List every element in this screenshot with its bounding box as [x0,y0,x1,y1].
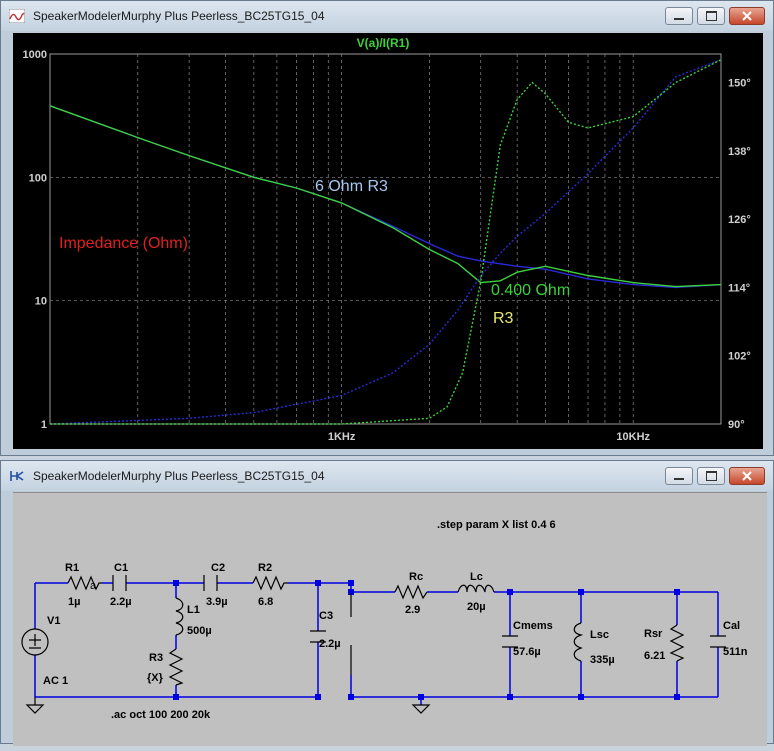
schematic-window: SpeakerModelerMurphy Plus Peerless_BC25T… [0,460,774,746]
restore-icon [705,471,717,481]
cal-value: 511n [723,646,748,658]
c3-name: C3 [319,610,333,622]
r3-name: R3 [149,652,163,664]
rsr-name: Rsr [644,628,663,640]
schematic-window-titlebar[interactable]: SpeakerModelerMurphy Plus Peerless_BC25T… [1,461,773,491]
ac-directive[interactable]: .ac oct 100 200 20k [111,709,211,721]
l1-name: L1 [187,604,200,616]
minimize-icon [674,478,684,480]
y-left-tick-label: 100 [29,172,47,184]
r3-6ohm-label: 6 Ohm R3 [315,178,388,195]
r3-04ohm-label: 0.400 Ohm [491,282,570,299]
c2-name: C2 [211,562,225,574]
node-label-a: a [90,580,97,592]
y-right-tick-label: 150° [728,77,751,89]
step-directive[interactable]: .step param X list 0.4 6 [437,519,556,531]
y-right-tick-label: 102° [728,351,751,363]
r1-name: R1 [65,562,79,574]
y-left-tick-label: 1000 [23,49,47,61]
rsr-value: 6.21 [644,650,665,662]
close-button[interactable] [729,7,765,25]
schematic-canvas[interactable]: .step param X list 0.4 6 .ac oct 100 200… [13,492,767,746]
y-right-tick-label: 90° [728,419,745,431]
rc-name: Rc [409,571,423,583]
schematic-drawing: .step param X list 0.4 6 .ac oct 100 200… [21,519,748,721]
y-right-tick-label: 126° [728,214,751,226]
v1-name: V1 [47,615,60,627]
lsc-name: Lsc [590,629,609,641]
close-icon [742,11,752,21]
impedance-chart: 1000 100 10 1 150° 138° 126° 114° 102° 90° 1KHz 10K… [23,36,751,443]
waveform-plot-area[interactable]: 1000 100 10 1 150° 138° 126° 114° 102° 90° 1KHz 10K… [13,33,763,449]
schematic-window-title: SpeakerModelerMurphy Plus Peerless_BC25T… [33,469,325,483]
x-tick-label: 10KHz [616,431,650,443]
lc-name: Lc [470,571,483,583]
plot-window: SpeakerModelerMurphy Plus Peerless_BC25T… [0,0,774,456]
rc-value: 2.9 [405,604,420,616]
cal-name: Cal [723,620,740,632]
waveform-app-icon [9,9,25,23]
schematic-minimize-button[interactable] [665,467,693,485]
schematic-close-button[interactable] [729,467,765,485]
r3-04ohm-label-r3: R3 [493,310,514,327]
lsc-value: 335µ [590,654,615,666]
impedance-label: Impedance (Ohm) [59,235,188,252]
r3-value: {X} [147,672,164,684]
plot-window-titlebar[interactable]: SpeakerModelerMurphy Plus Peerless_BC25T… [1,1,773,31]
component-labels: .step param X list 0.4 6 .ac oct 100 200… [43,519,748,721]
cmems-name: Cmems [513,620,553,632]
schematic-restore-button[interactable] [697,467,725,485]
close-icon [742,471,752,481]
minimize-button[interactable] [665,7,693,25]
trace-title[interactable]: V(a)/I(R1) [357,36,410,50]
c1-value: 2.2µ [110,596,132,608]
cmems-value: 57.6µ [513,646,541,658]
l1-value: 500µ [187,625,212,637]
wires [34,582,719,705]
schematic-app-icon [10,471,24,481]
restore-button[interactable] [697,7,725,25]
x-tick-label: 1KHz [328,431,356,443]
y-left-tick-label: 10 [35,296,47,308]
y-left-tick-label: 1 [41,419,47,431]
restore-icon [705,11,717,21]
c3-value: 2.2µ [319,638,341,650]
y-right-tick-label: 114° [728,282,750,294]
plot-window-title: SpeakerModelerMurphy Plus Peerless_BC25T… [33,9,325,23]
minimize-icon [674,18,684,20]
v1-value: AC 1 [43,675,68,687]
lc-value: 20µ [467,601,486,613]
c1-name: C1 [114,562,128,574]
r2-value: 6.8 [258,596,273,608]
r2-name: R2 [258,562,272,574]
c2-value: 3.9µ [206,596,228,608]
y-right-tick-label: 138° [728,146,751,158]
r1-value: 1µ [68,596,80,608]
